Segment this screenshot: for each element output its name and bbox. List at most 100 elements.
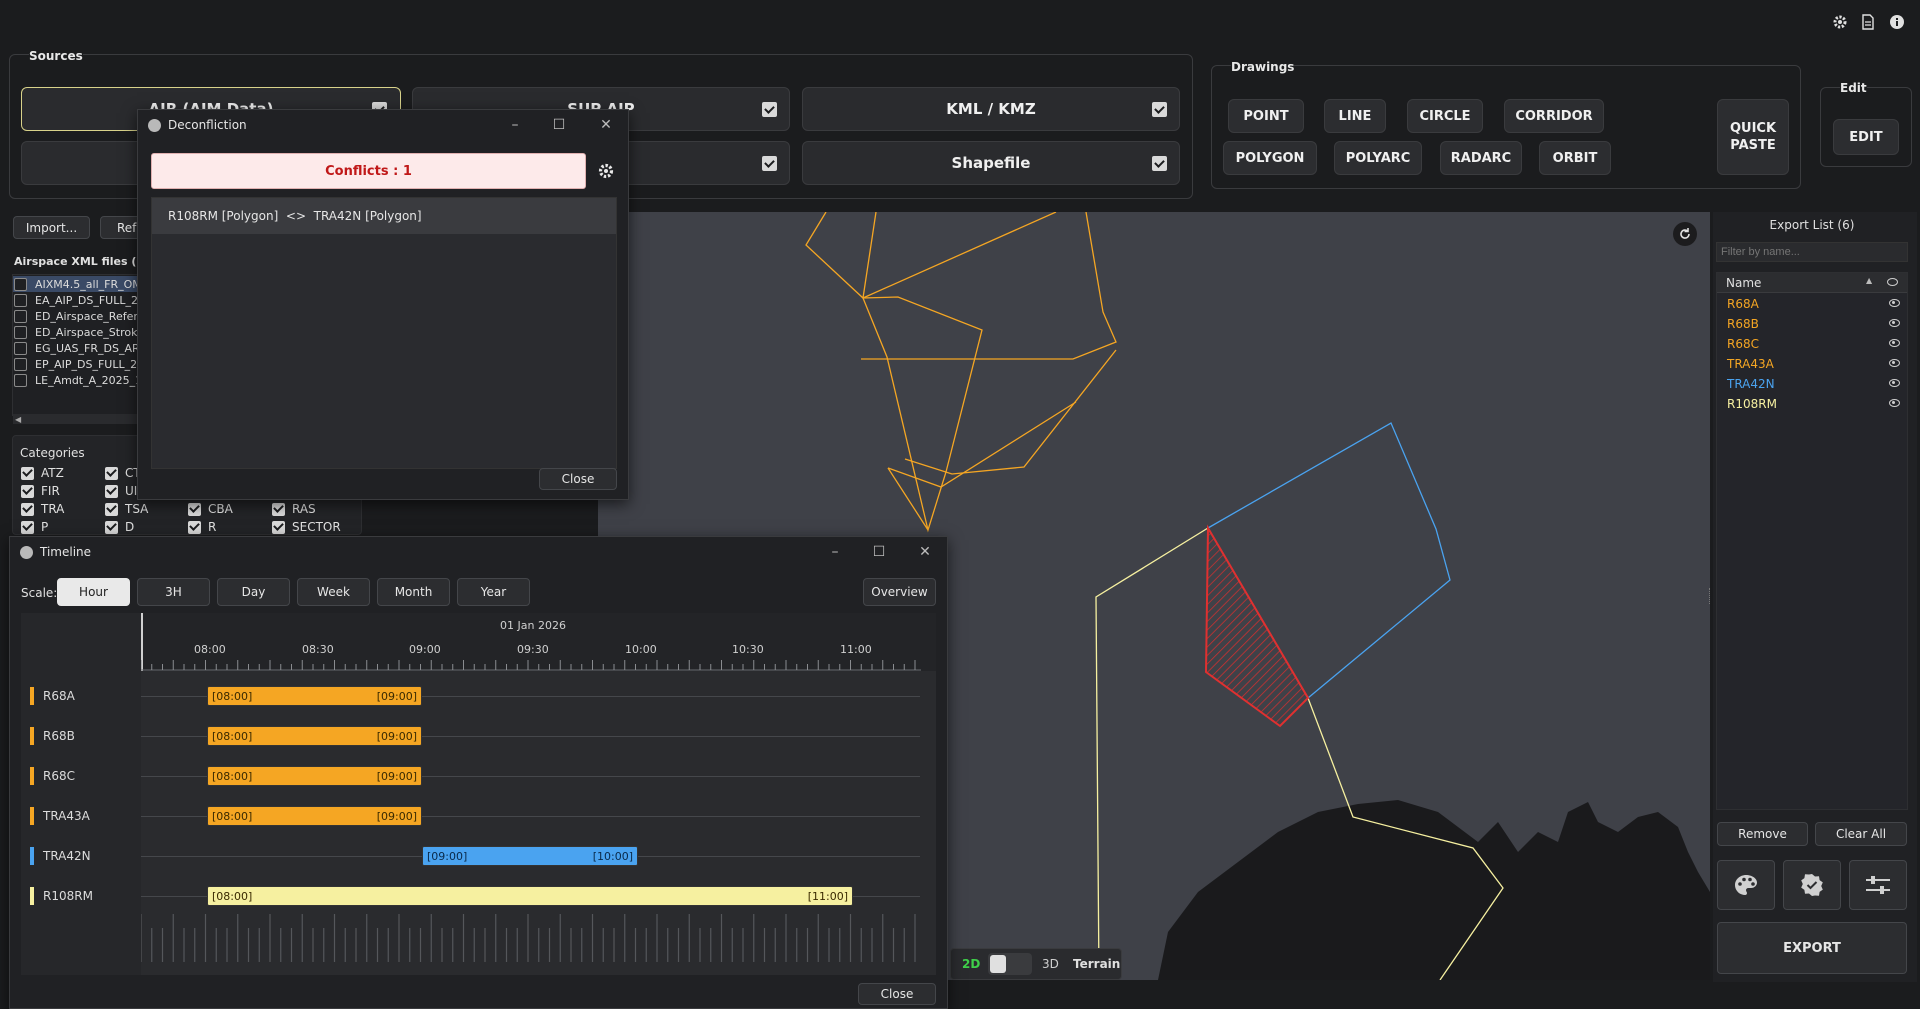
- edit-button[interactable]: EDIT: [1833, 119, 1899, 155]
- category-tsa[interactable]: TSA: [105, 502, 148, 516]
- tick-label: 08:00: [194, 643, 226, 656]
- terrain-label[interactable]: Terrain: [1073, 957, 1120, 971]
- conflict-item-label: R108RM [Polygon] <> TRA42N [Polygon]: [168, 209, 422, 223]
- tick-label: 09:00: [409, 643, 441, 656]
- map-refresh-icon[interactable]: [1673, 222, 1697, 246]
- overview-button[interactable]: Overview: [863, 578, 936, 606]
- airspace-r68c: [862, 212, 1057, 299]
- draw-corridor-button[interactable]: CORRIDOR: [1504, 99, 1604, 133]
- scale-week-button[interactable]: Week: [297, 578, 370, 606]
- timeline-close-button[interactable]: Close: [858, 983, 936, 1005]
- file-item[interactable]: EA_AIP_DS_FULL_20: [14, 292, 145, 308]
- file-item[interactable]: EG_UAS_FR_DS_ARE: [14, 340, 147, 356]
- tick-label: 09:30: [517, 643, 549, 656]
- timeline-row-label: TRA42N: [30, 846, 91, 866]
- timeline-bar-r68c[interactable]: [08:00] [09:00]: [207, 766, 422, 786]
- scale-year-button[interactable]: Year: [457, 578, 530, 606]
- draw-point-button[interactable]: POINT: [1228, 99, 1304, 133]
- file-item[interactable]: AIXM4.5_all_FR_OM: [14, 276, 142, 292]
- document-icon[interactable]: [1861, 14, 1875, 30]
- export-item-tra42n[interactable]: TRA42N: [1722, 374, 1908, 394]
- mode-2d-label[interactable]: 2D: [962, 957, 980, 971]
- draw-line-button[interactable]: LINE: [1324, 99, 1386, 133]
- settings-gear-icon[interactable]: [1832, 14, 1848, 30]
- airspace-tra43a: [861, 212, 1117, 360]
- export-item-tra43a[interactable]: TRA43A: [1722, 354, 1908, 374]
- export-col-name[interactable]: Name: [1726, 276, 1761, 290]
- minimize-icon[interactable]: –: [826, 544, 844, 560]
- timeline-title: Timeline: [40, 545, 92, 559]
- mode-3d-label[interactable]: 3D: [1042, 957, 1059, 971]
- source-shapefile-checkbox[interactable]: [1152, 156, 1167, 171]
- verify-button[interactable]: [1783, 860, 1841, 910]
- close-icon[interactable]: ✕: [916, 544, 934, 560]
- category-sector[interactable]: SECTOR: [272, 520, 341, 534]
- maximize-icon[interactable]: ☐: [870, 544, 888, 560]
- splitter-handle[interactable]: [1709, 588, 1712, 604]
- info-icon[interactable]: [1889, 14, 1905, 30]
- category-d[interactable]: D: [105, 520, 134, 534]
- scroll-left-arrow-icon[interactable]: ◀: [15, 415, 21, 424]
- draw-circle-button[interactable]: CIRCLE: [1407, 99, 1483, 133]
- export-item-r108rm[interactable]: R108RM: [1722, 394, 1908, 414]
- quick-paste-button[interactable]: QUICK PASTE: [1717, 99, 1789, 175]
- timeline-minimap[interactable]: [141, 914, 921, 964]
- timeline-bar-tra42n[interactable]: [09:00] [10:00]: [422, 846, 638, 866]
- category-ras[interactable]: RAS: [272, 502, 316, 516]
- category-ui[interactable]: UI: [105, 484, 137, 498]
- conflict-item[interactable]: R108RM [Polygon] <> TRA42N [Polygon]: [152, 198, 616, 234]
- source-shapefile-button[interactable]: Shapefile: [802, 141, 1180, 185]
- timeline-label-column: [21, 613, 141, 975]
- sources-title: Sources: [29, 49, 83, 63]
- draw-orbit-button[interactable]: ORBIT: [1539, 141, 1611, 175]
- category-r[interactable]: R: [188, 520, 216, 534]
- deconfliction-close-button[interactable]: Close: [539, 468, 617, 490]
- tools-button[interactable]: [1849, 860, 1907, 910]
- scale-hour-button[interactable]: Hour: [57, 578, 130, 606]
- import-button[interactable]: Import...: [13, 216, 90, 239]
- category-fir[interactable]: FIR: [21, 484, 60, 498]
- scale-month-button[interactable]: Month: [377, 578, 450, 606]
- file-item[interactable]: ED_Airspace_Stroke: [14, 324, 144, 340]
- minimize-icon[interactable]: –: [506, 117, 524, 133]
- scale-day-button[interactable]: Day: [217, 578, 290, 606]
- category-atz[interactable]: ATZ: [21, 466, 64, 480]
- source-sup-aip-checkbox[interactable]: [762, 102, 777, 117]
- palette-button[interactable]: [1717, 860, 1775, 910]
- export-item-r68a[interactable]: R68A: [1722, 294, 1908, 314]
- export-filter-input[interactable]: [1716, 242, 1908, 262]
- maximize-icon[interactable]: ☐: [550, 117, 568, 133]
- draw-polygon-button[interactable]: POLYGON: [1223, 141, 1317, 175]
- export-item-r68b[interactable]: R68B: [1722, 314, 1908, 334]
- source-kml-button[interactable]: KML / KMZ: [802, 87, 1180, 131]
- file-item[interactable]: EP_AIP_DS_FULL_20: [14, 356, 144, 372]
- category-tra[interactable]: TRA: [21, 502, 64, 516]
- export-item-r68c[interactable]: R68C: [1722, 334, 1908, 354]
- draw-radarc-button[interactable]: RADARC: [1440, 141, 1522, 175]
- files-hscrollbar[interactable]: [13, 414, 143, 424]
- deconfliction-settings-gear-icon[interactable]: [597, 162, 615, 180]
- category-ct[interactable]: CT: [105, 466, 141, 480]
- draw-polyarc-button[interactable]: POLYARC: [1334, 141, 1422, 175]
- timeline-bar-r68b[interactable]: [08:00] [09:00]: [207, 726, 422, 746]
- export-button[interactable]: EXPORT: [1717, 922, 1907, 974]
- eye-icon: [1889, 399, 1900, 407]
- category-cba[interactable]: CBA: [188, 502, 233, 516]
- timeline-bar-tra43a[interactable]: [08:00] [09:00]: [207, 806, 422, 826]
- mode-toggle-switch[interactable]: [988, 953, 1032, 975]
- source-kml-checkbox[interactable]: [1152, 102, 1167, 117]
- source-kml-label: KML / KMZ: [946, 100, 1036, 118]
- edit-title: Edit: [1840, 81, 1867, 95]
- source-row2b-checkbox[interactable]: [762, 156, 777, 171]
- file-item[interactable]: ED_Airspace_Refere: [14, 308, 144, 324]
- timeline-bar-r68a[interactable]: [08:00] [09:00]: [207, 686, 422, 706]
- eye-icon: [1889, 339, 1900, 347]
- timeline-row-label: R68B: [30, 726, 75, 746]
- scale-3h-button[interactable]: 3H: [137, 578, 210, 606]
- file-item[interactable]: LE_Amdt_A_2025_1: [14, 372, 142, 388]
- close-icon[interactable]: ✕: [597, 117, 615, 133]
- remove-button[interactable]: Remove: [1717, 822, 1808, 846]
- timeline-bar-r108rm[interactable]: [08:00] [11:00]: [207, 886, 853, 906]
- clear-all-button[interactable]: Clear All: [1815, 822, 1907, 846]
- category-p[interactable]: P: [21, 520, 48, 534]
